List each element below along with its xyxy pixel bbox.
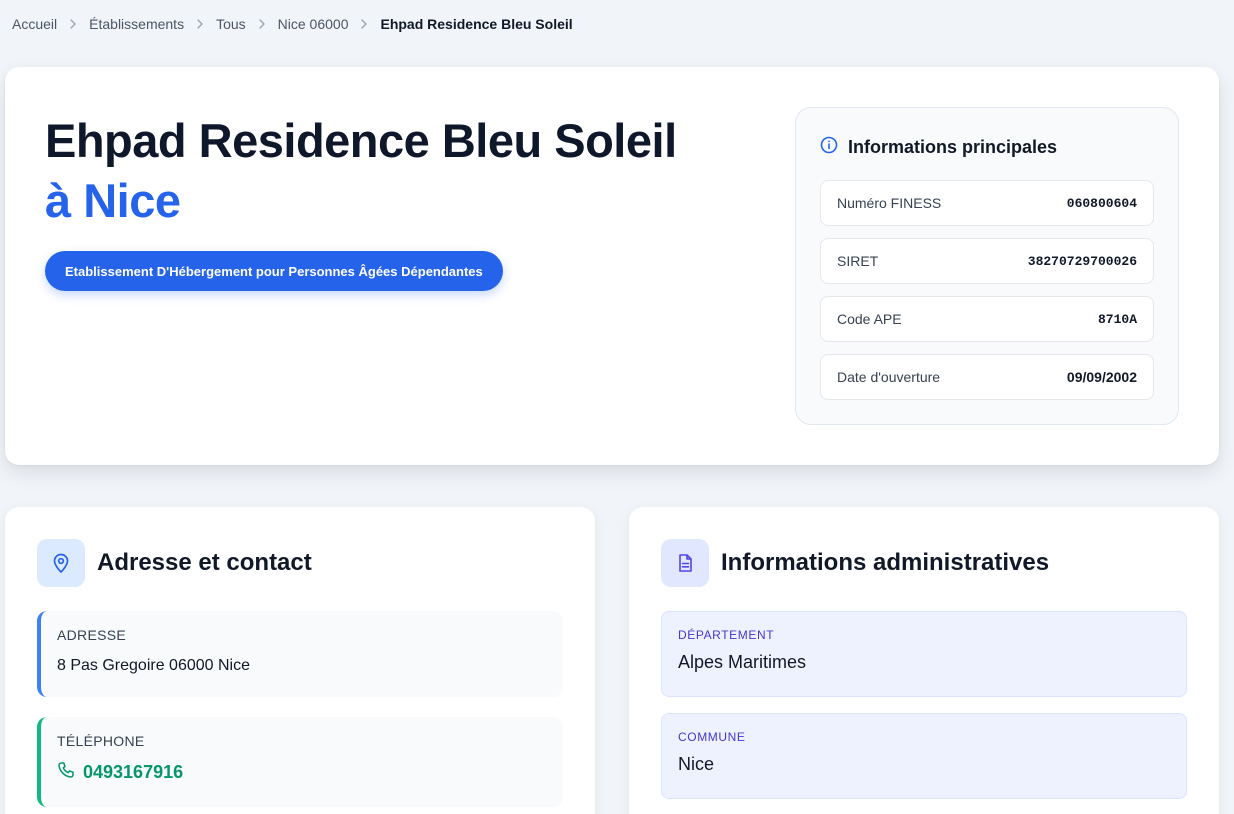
address-value: 8 Pas Gregoire 06000 Nice (57, 657, 250, 674)
breadcrumb: Accueil Établissements Tous Nice 06000 E… (12, 15, 573, 33)
info-row-finess: Numéro FINESS 060800604 (820, 180, 1154, 226)
page: Accueil Établissements Tous Nice 06000 E… (0, 0, 1234, 814)
page-title-city: à Nice (45, 174, 181, 227)
commune-value: Nice (678, 754, 715, 774)
main-info-panel: Informations principales Numéro FINESS 0… (795, 107, 1179, 425)
phone-link[interactable]: 0493167916 (57, 761, 547, 784)
department-label: DÉPARTEMENT (678, 628, 775, 642)
document-icon (661, 539, 709, 587)
address-label: ADRESSE (57, 627, 127, 643)
phone-icon (57, 761, 75, 784)
map-pin-icon (37, 539, 85, 587)
info-row-value: 8710A (1097, 311, 1137, 327)
chevron-right-icon (246, 18, 278, 30)
breadcrumb-current: Ehpad Residence Bleu Soleil (380, 16, 573, 32)
breadcrumb-accueil[interactable]: Accueil (12, 16, 57, 32)
info-row-opening-date: Date d'ouverture 09/09/2002 (820, 354, 1154, 400)
admin-card: Informations administratives DÉPARTEMENT… (629, 507, 1219, 814)
info-row-label: Code APE (837, 311, 902, 327)
info-row-label: SIRET (837, 253, 879, 269)
info-row-siret: SIRET 38270729700026 (820, 238, 1154, 284)
info-row-value: 09/09/2002 (1066, 369, 1137, 385)
hero-card: Ehpad Residence Bleu Soleil à Nice Etabl… (5, 67, 1219, 465)
department-value: Alpes Maritimes (678, 652, 807, 672)
breadcrumb-nice[interactable]: Nice 06000 (278, 16, 349, 32)
chevron-right-icon (184, 18, 216, 30)
contact-card-header: Adresse et contact (37, 539, 312, 587)
chevron-right-icon (348, 18, 380, 30)
info-row-label: Date d'ouverture (837, 369, 941, 385)
phone-value: 0493167916 (83, 762, 184, 782)
contact-card: Adresse et contact ADRESSE 8 Pas Gregoir… (5, 507, 595, 814)
breadcrumb-tous[interactable]: Tous (216, 16, 246, 32)
info-row-value: 060800604 (1066, 195, 1137, 211)
info-row-value: 38270729700026 (1027, 253, 1137, 269)
admin-card-title: Informations administratives (721, 549, 1050, 576)
page-title: Ehpad Residence Bleu Soleil à Nice (45, 111, 677, 231)
contact-card-title: Adresse et contact (97, 549, 312, 576)
address-box: ADRESSE 8 Pas Gregoire 06000 Nice (37, 611, 563, 697)
page-title-name: Ehpad Residence Bleu Soleil (45, 114, 677, 167)
main-info-header: Informations principales (820, 136, 1057, 159)
department-box: DÉPARTEMENT Alpes Maritimes (661, 611, 1187, 697)
commune-box: COMMUNE Nice (661, 713, 1187, 799)
phone-box: TÉLÉPHONE 0493167916 (37, 717, 563, 807)
info-row-ape: Code APE 8710A (820, 296, 1154, 342)
establishment-type-badge: Etablissement D'Hébergement pour Personn… (45, 251, 503, 291)
commune-label: COMMUNE (678, 730, 746, 744)
chevron-right-icon (57, 18, 89, 30)
breadcrumb-etablissements[interactable]: Établissements (89, 16, 184, 32)
phone-label: TÉLÉPHONE (57, 733, 145, 749)
admin-card-header: Informations administratives (661, 539, 1049, 587)
main-info-title: Informations principales (848, 137, 1058, 157)
info-icon (820, 136, 838, 159)
info-row-label: Numéro FINESS (837, 195, 942, 211)
